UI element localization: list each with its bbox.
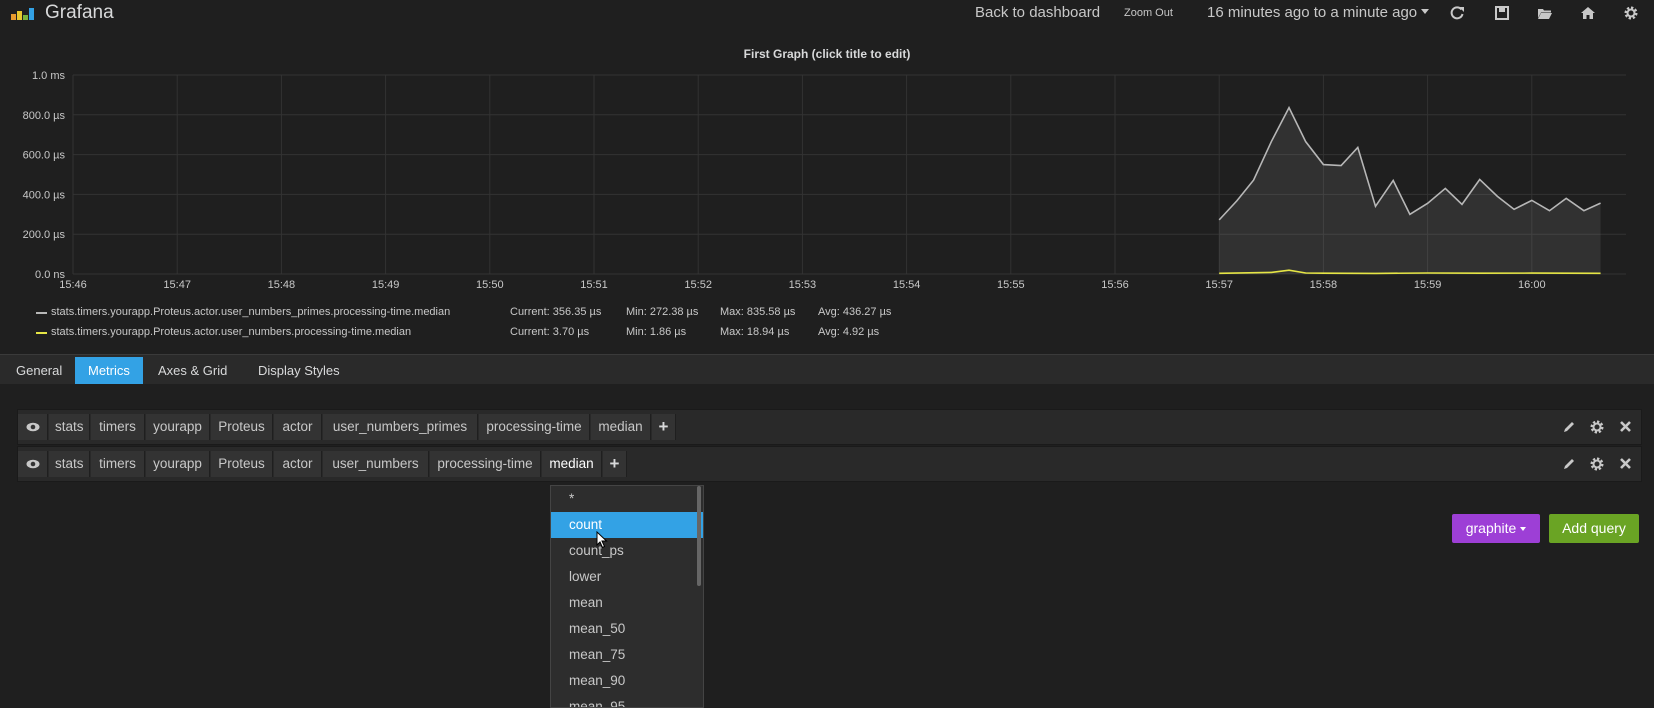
pencil-icon[interactable] [1564,459,1574,469]
dropdown-item[interactable]: count_ps [551,538,703,564]
close-icon[interactable] [1620,421,1631,432]
time-range-label: 16 minutes ago to a minute ago [1207,4,1418,21]
legend-avg: Avg: 4.92 µs [818,326,880,338]
query-row-actions [1561,456,1641,472]
query-segment[interactable]: stats [49,414,90,440]
x-tick-label: 15:48 [268,279,296,291]
eye-icon[interactable] [18,414,48,440]
x-tick-label: 16:00 [1518,279,1546,291]
query-segment[interactable]: yourapp [146,451,210,477]
dropdown-item[interactable]: mean [551,590,703,616]
add-segment-plus-icon[interactable]: + [603,451,627,477]
add-segment-plus-icon[interactable]: + [652,414,676,440]
query-row: stats timers yourapp Proteus actor user_… [17,446,1642,482]
legend-series-name: stats.timers.yourapp.Proteus.actor.user_… [51,326,412,338]
query-segment[interactable]: actor [274,451,322,477]
home-icon[interactable] [1580,5,1596,21]
gear-icon[interactable] [1623,5,1639,21]
query-segment[interactable]: user_numbers_primes [323,414,478,440]
datasource-label: graphite [1465,520,1517,536]
chevron-down-icon [1421,9,1430,14]
segment-dropdown: * count count_ps lower mean mean_50 mean… [550,485,704,708]
close-icon[interactable] [1620,458,1631,469]
gear-icon[interactable] [1590,420,1604,434]
query-row: stats timers yourapp Proteus actor user_… [17,409,1642,445]
pencil-icon[interactable] [1564,422,1574,432]
x-tick-label: 15:59 [1414,279,1442,291]
legend-min: Min: 272.38 µs [626,306,699,318]
dropdown-item-highlighted[interactable]: count [551,512,703,538]
x-tick-label: 15:50 [476,279,504,291]
dropdown-item[interactable]: mean_50 [551,616,703,642]
legend-current: Current: 3.70 µs [510,326,590,338]
query-segment[interactable]: stats [49,451,90,477]
dropdown-item[interactable]: * [551,486,703,512]
top-navbar: Grafana Back to dashboard Zoom Out 16 mi… [0,0,1654,26]
query-segment[interactable]: processing-time [430,451,541,477]
y-tick-label: 800.0 µs [23,110,66,122]
gear-icon[interactable] [1590,457,1604,471]
grafana-logo-icon [11,8,34,20]
legend-series-name: stats.timers.yourapp.Proteus.actor.user_… [51,306,451,318]
y-tick-label: 1.0 ms [32,70,66,82]
dropdown-item[interactable]: mean_90 [551,668,703,694]
x-tick-label: 15:51 [580,279,608,291]
tab-axes-grid[interactable]: Axes & Grid [145,357,241,384]
x-tick-label: 15:49 [372,279,400,291]
editor-tabs: General Metrics Axes & Grid Display Styl… [0,354,1654,384]
folder-open-icon[interactable] [1537,5,1553,21]
x-tick-label: 15:55 [997,279,1025,291]
x-tick-label: 15:58 [1310,279,1338,291]
dropdown-item[interactable]: lower [551,564,703,590]
tab-display-styles[interactable]: Display Styles [245,357,353,384]
legend-current: Current: 356.35 µs [510,306,602,318]
dropdown-scrollbar[interactable] [697,486,701,586]
legend-swatch-primes [36,312,47,314]
query-row-actions [1561,419,1641,435]
legend-avg: Avg: 436.27 µs [818,306,892,318]
brand[interactable]: Grafana [11,2,114,24]
tab-general[interactable]: General [3,357,76,384]
query-segment[interactable]: median [591,414,651,440]
x-tick-label: 15:54 [893,279,921,291]
back-to-dashboard-link[interactable]: Back to dashboard [975,4,1100,21]
query-segment[interactable]: user_numbers [323,451,429,477]
legend-max: Max: 835.58 µs [720,306,796,318]
y-tick-label: 400.0 µs [23,189,66,201]
zoom-out-button[interactable]: Zoom Out [1124,7,1173,19]
dropdown-item[interactable]: mean_75 [551,642,703,668]
legend-max: Max: 18.94 µs [720,326,790,338]
save-icon[interactable] [1494,5,1510,21]
x-tick-label: 15:46 [59,279,87,291]
x-tick-label: 15:47 [163,279,191,291]
query-segment[interactable]: timers [91,451,145,477]
x-tick-label: 15:57 [1205,279,1233,291]
legend-min: Min: 1.86 µs [626,326,687,338]
query-segment[interactable]: timers [91,414,145,440]
query-segment[interactable]: yourapp [146,414,210,440]
x-tick-label: 15:53 [789,279,817,291]
eye-icon[interactable] [18,451,48,477]
add-query-button[interactable]: Add query [1549,514,1639,543]
mouse-pointer-icon [596,531,608,549]
datasource-select-button[interactable]: graphite [1452,514,1540,543]
caret-down-icon [1520,527,1527,531]
x-tick-label: 15:56 [1101,279,1129,291]
y-tick-label: 600.0 µs [23,150,66,162]
legend-swatch-user-numbers [36,332,47,334]
query-segment[interactable]: Proteus [211,414,273,440]
query-segment[interactable]: actor [274,414,322,440]
brand-name: Grafana [45,2,114,23]
graph-panel: First Graph (click title to edit) 1.0 ms… [0,34,1654,354]
refresh-icon[interactable] [1449,5,1465,21]
tab-metrics[interactable]: Metrics [75,357,143,384]
query-segment-selected[interactable]: median [542,451,602,477]
query-segment[interactable]: processing-time [479,414,590,440]
x-tick-label: 15:52 [684,279,712,291]
query-segment[interactable]: Proteus [211,451,273,477]
time-range-picker[interactable]: 16 minutes ago to a minute ago [1207,4,1430,21]
y-tick-label: 200.0 µs [23,229,66,241]
